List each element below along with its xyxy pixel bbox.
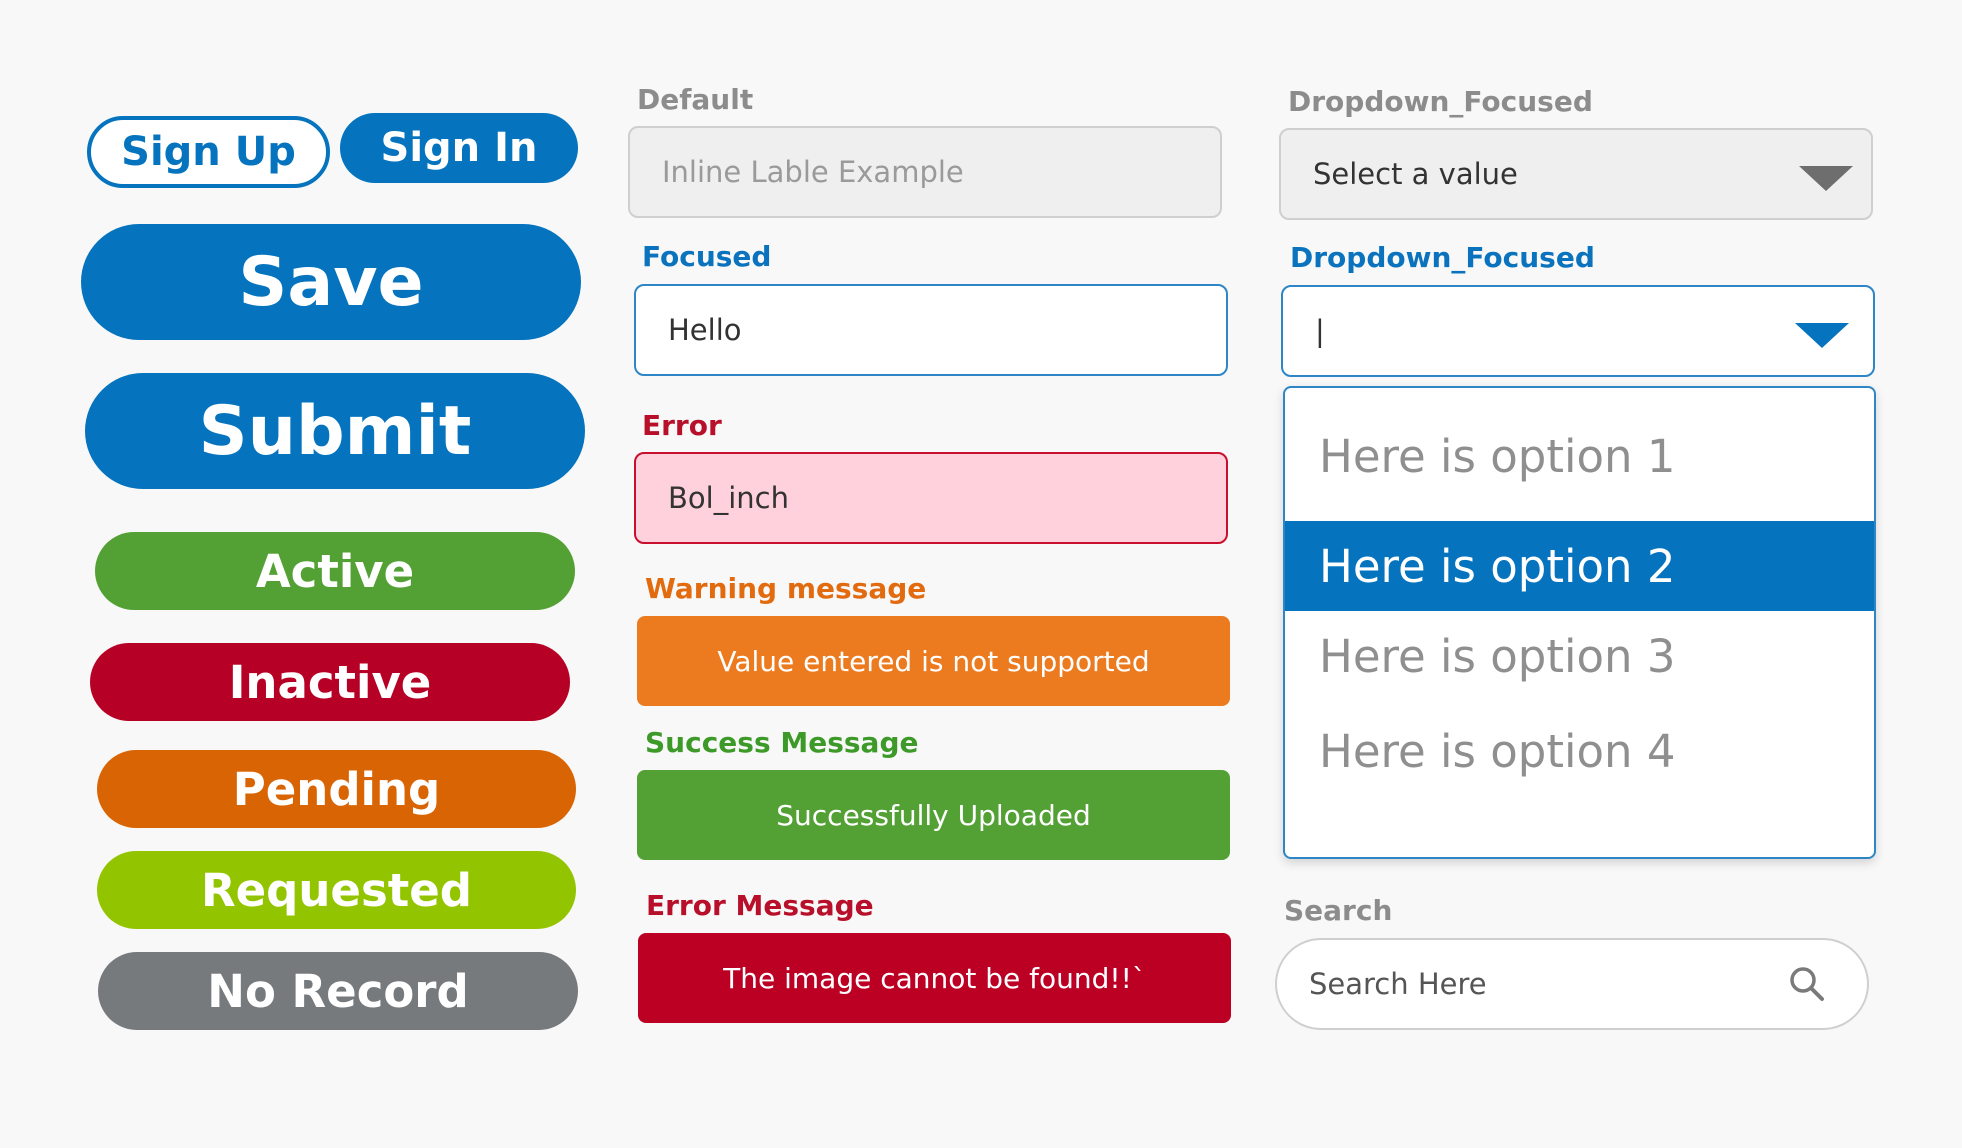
- error-field-label: Error: [642, 409, 722, 442]
- focused-input[interactable]: Hello: [634, 284, 1228, 376]
- dropdown-option-selected[interactable]: Here is option 2: [1285, 521, 1874, 611]
- dropdown-option-label: Here is option 2: [1319, 539, 1676, 593]
- success-message-label: Success Message: [645, 726, 919, 759]
- dropdown-default-label: Dropdown_Focused: [1288, 85, 1593, 118]
- dropdown-default-value: Select a value: [1313, 157, 1518, 191]
- requested-status-button[interactable]: Requested: [97, 851, 576, 929]
- no-record-label: No Record: [207, 964, 469, 1018]
- sign-up-label: Sign Up: [121, 129, 296, 175]
- inactive-status-button[interactable]: Inactive: [90, 643, 570, 721]
- default-input-text: Inline Lable Example: [662, 155, 964, 189]
- search-label: Search: [1284, 894, 1393, 927]
- pending-status-button[interactable]: Pending: [97, 750, 576, 828]
- error-message-label: Error Message: [646, 889, 874, 922]
- focused-input-text: Hello: [668, 313, 742, 347]
- success-message-text: Successfully Uploaded: [776, 798, 1091, 832]
- dropdown-option-label: Here is option 4: [1319, 724, 1676, 778]
- dropdown-focused-select[interactable]: |: [1281, 285, 1875, 377]
- success-message-banner: Successfully Uploaded: [637, 770, 1230, 860]
- search-input[interactable]: [1309, 967, 1779, 1001]
- save-label: Save: [238, 242, 424, 322]
- sign-up-button[interactable]: Sign Up: [87, 116, 330, 188]
- sign-in-button[interactable]: Sign In: [340, 113, 578, 183]
- active-label: Active: [255, 544, 415, 598]
- no-record-status-button[interactable]: No Record: [98, 952, 578, 1030]
- dropdown-option[interactable]: Here is option 1: [1285, 416, 1874, 496]
- warning-message-text: Value entered is not supported: [717, 644, 1150, 678]
- search-icon[interactable]: [1787, 964, 1827, 1004]
- search-box[interactable]: [1275, 938, 1869, 1030]
- inactive-label: Inactive: [228, 655, 432, 709]
- dropdown-option[interactable]: Here is option 3: [1285, 616, 1874, 696]
- submit-button[interactable]: Submit: [85, 373, 585, 489]
- sign-in-label: Sign In: [380, 125, 538, 171]
- error-message-banner: The image cannot be found!!`: [638, 933, 1231, 1023]
- default-field-label: Default: [637, 83, 754, 116]
- dropdown-default-select[interactable]: Select a value: [1279, 128, 1873, 220]
- pending-label: Pending: [232, 762, 441, 816]
- dropdown-options-list: Here is option 1 Here is option 2 Here i…: [1283, 386, 1876, 859]
- chevron-down-icon: [1799, 166, 1853, 191]
- error-input[interactable]: Bol_inch: [634, 452, 1228, 544]
- save-button[interactable]: Save: [81, 224, 581, 340]
- dropdown-option[interactable]: Here is option 4: [1285, 711, 1874, 791]
- default-input[interactable]: Inline Lable Example: [628, 126, 1222, 218]
- dropdown-option-label: Here is option 1: [1319, 429, 1676, 483]
- active-status-button[interactable]: Active: [95, 532, 575, 610]
- dropdown-focused-value: |: [1315, 314, 1325, 348]
- submit-label: Submit: [198, 391, 472, 471]
- dropdown-focused-label: Dropdown_Focused: [1290, 241, 1595, 274]
- warning-message-label: Warning message: [645, 572, 927, 605]
- error-message-text: The image cannot be found!!`: [723, 961, 1146, 995]
- chevron-down-icon: [1795, 323, 1849, 348]
- error-input-text: Bol_inch: [668, 481, 789, 515]
- focused-field-label: Focused: [642, 240, 772, 273]
- requested-label: Requested: [201, 863, 472, 917]
- dropdown-option-label: Here is option 3: [1319, 629, 1676, 683]
- warning-message-banner: Value entered is not supported: [637, 616, 1230, 706]
